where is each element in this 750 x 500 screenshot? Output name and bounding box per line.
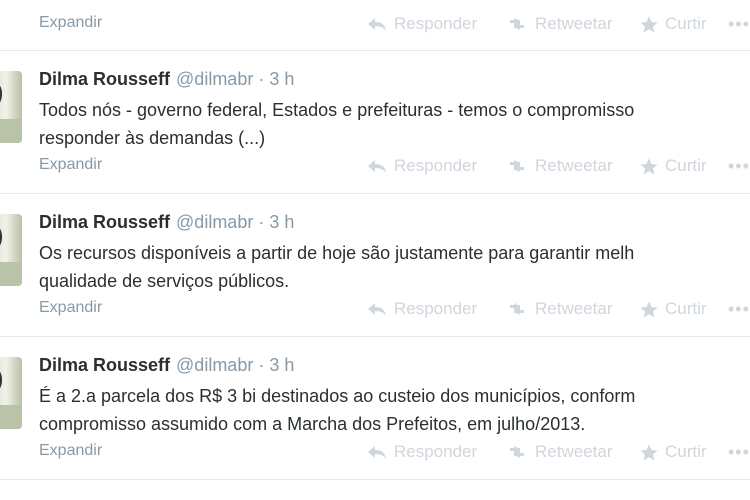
author-handle[interactable]: @dilmabr <box>176 212 253 232</box>
retweet-button[interactable]: Retweetar <box>506 299 612 319</box>
timestamp[interactable]: 3 h <box>269 69 294 89</box>
tweet-header: Dilma Rousseff @dilmabr · 3 h <box>39 212 294 233</box>
retweet-icon <box>510 160 524 172</box>
retweet-label: Retweetar <box>535 14 613 33</box>
timestamp[interactable]: 3 h <box>269 355 294 375</box>
tweet-header: Dilma Rousseff @dilmabr · 3 h <box>39 355 294 376</box>
more-button[interactable]: ••• <box>728 14 750 35</box>
avatar[interactable] <box>0 357 22 429</box>
timestamp[interactable]: 3 h <box>269 212 294 232</box>
favorite-button[interactable]: Curtir <box>640 442 707 462</box>
reply-button[interactable]: Responder <box>367 14 477 34</box>
more-icon: ••• <box>728 14 750 34</box>
avatar[interactable] <box>0 214 22 286</box>
expand-link[interactable]: Expandir <box>39 156 102 174</box>
tweet-text: Os recursos disponíveis a partir de hoje… <box>39 239 750 295</box>
expand-link[interactable]: Expandir <box>39 14 102 32</box>
more-icon: ••• <box>728 156 750 176</box>
favorite-label: Curtir <box>665 442 707 461</box>
reply-icon <box>368 18 386 31</box>
separator: · <box>258 69 265 89</box>
author-name[interactable]: Dilma Rousseff <box>39 355 170 375</box>
tweet-text: É a 2.a parcela dos R$ 3 bi destinados a… <box>39 382 750 438</box>
retweet-label: Retweetar <box>535 156 613 175</box>
tweet-text-line: compromisso assumido com a Marcha dos Pr… <box>39 414 586 434</box>
favorite-label: Curtir <box>665 299 707 318</box>
tweet-footer: Expandir Responder Retweetar Curtir ••• <box>0 14 750 38</box>
separator: · <box>258 355 265 375</box>
more-button[interactable]: ••• <box>728 156 750 177</box>
favorite-button[interactable]: Curtir <box>640 156 707 176</box>
reply-label: Responder <box>394 156 478 175</box>
more-button[interactable]: ••• <box>728 299 750 320</box>
tweet-text-line: qualidade de serviços públicos. <box>39 271 290 291</box>
more-icon: ••• <box>728 299 750 319</box>
favorite-button[interactable]: Curtir <box>640 299 707 319</box>
tweet-text-line: responder às demandas (...) <box>39 128 266 148</box>
star-icon <box>640 158 658 174</box>
retweet-button[interactable]: Retweetar <box>506 442 612 462</box>
tweet-text-line: Os recursos disponíveis a partir de hoje… <box>39 243 635 263</box>
favorite-button[interactable]: Curtir <box>640 14 707 34</box>
retweet-button[interactable]: Retweetar <box>506 14 612 34</box>
reply-icon <box>368 446 386 459</box>
tweet[interactable]: Dilma Rousseff @dilmabr · 3 h Todos nós - g… <box>0 51 750 194</box>
tweet[interactable]: Expandir Responder Retweetar Curtir ••• <box>0 0 750 51</box>
tweet[interactable]: Dilma Rousseff @dilmabr · 3 h Os recursos d… <box>0 194 750 337</box>
reply-label: Responder <box>394 442 478 461</box>
timeline: Expandir Responder Retweetar Curtir ••• <box>0 0 750 480</box>
retweet-icon <box>510 446 524 458</box>
reply-label: Responder <box>394 299 478 318</box>
star-icon <box>640 444 658 460</box>
retweet-icon <box>510 303 524 315</box>
tweet-footer: Expandir Responder Retweetar Curtir ••• <box>0 156 750 180</box>
author-handle[interactable]: @dilmabr <box>176 355 253 375</box>
tweet-text-line: É a 2.a parcela dos R$ 3 bi destinados a… <box>39 386 636 406</box>
favorite-label: Curtir <box>665 156 707 175</box>
retweet-button[interactable]: Retweetar <box>506 156 612 176</box>
expand-link[interactable]: Expandir <box>39 442 102 460</box>
tweet-text: Todos nós - governo federal, Estados e p… <box>39 96 750 152</box>
author-name[interactable]: Dilma Rousseff <box>39 212 170 232</box>
separator: · <box>258 212 265 232</box>
more-button[interactable]: ••• <box>728 442 750 463</box>
reply-icon <box>368 303 386 316</box>
tweet-footer: Expandir Responder Retweetar Curtir ••• <box>0 442 750 466</box>
author-handle[interactable]: @dilmabr <box>176 69 253 89</box>
reply-button[interactable]: Responder <box>367 442 477 462</box>
tweet-footer: Expandir Responder Retweetar Curtir ••• <box>0 299 750 323</box>
retweet-label: Retweetar <box>535 299 613 318</box>
reply-icon <box>368 160 386 173</box>
tweet[interactable]: Dilma Rousseff @dilmabr · 3 h É a 2.a parce… <box>0 337 750 480</box>
author-name[interactable]: Dilma Rousseff <box>39 69 170 89</box>
tweet-header: Dilma Rousseff @dilmabr · 3 h <box>39 69 294 90</box>
reply-button[interactable]: Responder <box>367 299 477 319</box>
tweet-text-line: Todos nós - governo federal, Estados e p… <box>39 100 635 120</box>
favorite-label: Curtir <box>665 14 707 33</box>
star-icon <box>640 16 658 32</box>
reply-button[interactable]: Responder <box>367 156 477 176</box>
retweet-icon <box>510 18 524 30</box>
retweet-label: Retweetar <box>535 442 613 461</box>
avatar[interactable] <box>0 71 22 143</box>
expand-link[interactable]: Expandir <box>39 299 102 317</box>
reply-label: Responder <box>394 14 478 33</box>
more-icon: ••• <box>728 442 750 462</box>
star-icon <box>640 301 658 317</box>
